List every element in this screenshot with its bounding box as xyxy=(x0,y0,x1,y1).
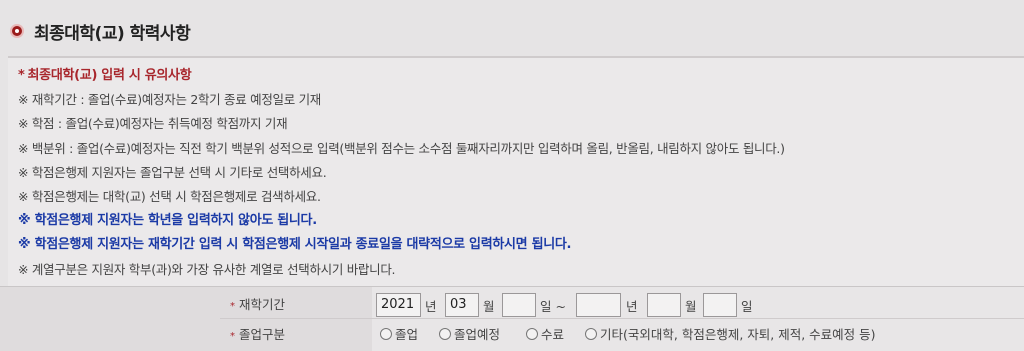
radio-expected-graduation-label: 졸업예정 xyxy=(454,327,501,342)
education-form: * 재학기간 2021 년 03 월 일 ~ 년 월 일 * 졸업구분 졸업 졸업예… xyxy=(0,286,1024,351)
radio-circle-icon[interactable] xyxy=(526,327,538,340)
period-label: * 재학기간 xyxy=(230,294,285,313)
radio-circle-icon[interactable] xyxy=(439,327,451,340)
end-year-unit: 년 xyxy=(626,299,638,314)
period-label-text: 재학기간 xyxy=(239,297,286,312)
form-label-column xyxy=(0,287,372,351)
start-day-input[interactable] xyxy=(502,293,536,317)
end-month-unit: 월 xyxy=(685,299,697,314)
notice-title: * 최종대학(교) 입력 시 유의사항 xyxy=(18,64,785,88)
notice-line: ※ 백분위 : 졸업(수료)예정자는 직전 학기 백분위 성적으로 입력(백분위… xyxy=(18,140,785,156)
row-divider xyxy=(220,318,1024,319)
end-month-input[interactable] xyxy=(647,293,681,317)
radio-circle-icon[interactable] xyxy=(380,327,392,340)
end-year-input[interactable] xyxy=(576,293,621,317)
graduation-label-text: 졸업구분 xyxy=(239,327,286,342)
start-day-unit: 일 ~ xyxy=(540,299,566,314)
radio-graduated[interactable]: 졸업 xyxy=(380,324,418,343)
graduation-label: * 졸업구분 xyxy=(230,324,285,343)
start-year-input[interactable]: 2021 xyxy=(376,293,421,317)
notice-line: ※ 계열구분은 지원자 학부(과)와 가장 유사한 계열로 선택하시기 바랍니다… xyxy=(18,261,396,277)
notice-line: ※ 재학기간 : 졸업(수료)예정자는 2학기 종료 예정일로 기재 xyxy=(18,92,322,108)
radio-expected-graduation[interactable]: 졸업예정 xyxy=(439,324,500,343)
radio-completed-label: 수료 xyxy=(541,327,565,342)
section-header: 최종대학(교) 학력사항 xyxy=(10,16,191,46)
start-month-unit: 월 xyxy=(483,299,495,314)
required-icon: * xyxy=(230,301,235,312)
star-icon: * xyxy=(18,68,25,83)
radio-circle-icon[interactable] xyxy=(585,327,597,340)
radio-other[interactable]: 기타(국외대학, 학점은행제, 자퇴, 제적, 수료예정 등) xyxy=(585,324,876,343)
notice-line: ※ 학점 : 졸업(수료)예정자는 취득예정 학점까지 기재 xyxy=(18,116,288,132)
start-month-input[interactable]: 03 xyxy=(445,293,479,317)
notice-line-emphasis: ※ 학점은행제 지원자는 재학기간 입력 시 학점은행제 시작일과 종료일을 대… xyxy=(18,237,572,253)
notice-box: * 최종대학(교) 입력 시 유의사항 ※ 재학기간 : 졸업(수료)예정자는 2… xyxy=(8,56,1024,286)
notice-line: ※ 학점은행제 지원자는 졸업구분 선택 시 기타로 선택하세요. xyxy=(18,164,327,180)
notice-line-emphasis: ※ 학점은행제 지원자는 학년을 입력하지 않아도 됩니다. xyxy=(18,213,317,229)
radio-graduated-label: 졸업 xyxy=(395,327,419,342)
required-icon: * xyxy=(230,331,235,342)
notice-title-text: 최종대학(교) 입력 시 유의사항 xyxy=(27,68,192,83)
section-title: 최종대학(교) 학력사항 xyxy=(34,23,191,44)
notice-line: ※ 학점은행제는 대학(교) 선택 시 학점은행제로 검색하세요. xyxy=(18,188,321,204)
bullet-icon xyxy=(10,24,24,38)
radio-completed[interactable]: 수료 xyxy=(526,324,564,343)
radio-other-label: 기타(국외대학, 학점은행제, 자퇴, 제적, 수료예정 등) xyxy=(600,327,876,342)
notice-list: * 최종대학(교) 입력 시 유의사항 ※ 재학기간 : 졸업(수료)예정자는 2… xyxy=(18,64,785,282)
end-day-input[interactable] xyxy=(703,293,737,317)
end-day-unit: 일 xyxy=(741,299,753,314)
start-year-unit: 년 xyxy=(425,299,437,314)
